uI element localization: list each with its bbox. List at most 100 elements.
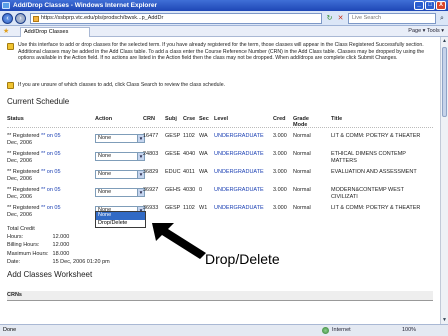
status-registered: ** Registered: [7, 151, 40, 157]
action-select[interactable]: None▼: [95, 170, 145, 179]
status-date-part: ** on 05: [40, 187, 61, 193]
schedule-row: ** Registered ** on 05 Dec, 2006 None ▼ 3692…: [7, 186, 433, 202]
tab-bar: ★ Add/Drop Classes Page ▾ Tools ▾: [0, 26, 448, 37]
row-subj: GESP: [165, 133, 181, 139]
schedule-row: ** Registered ** on 05 Dec, 2006 None ▼ 3682…: [7, 168, 433, 184]
callout-label: Drop/Delete: [205, 251, 280, 267]
row-cred: 3.000: [273, 151, 287, 157]
row-level: UNDERGRADUATE: [214, 133, 264, 139]
header-action: Action: [95, 116, 113, 122]
crn-header: CRNs: [7, 291, 433, 301]
address-input[interactable]: https://ssbprp.vtc.edu/pls/prodsch/bwsk.…: [30, 13, 322, 24]
security-zone: Internet: [332, 327, 351, 333]
action-select[interactable]: None▼: [95, 134, 145, 143]
address-toolbar: ‹ › https://ssbprp.vtc.edu/pls/prodsch/b…: [0, 11, 448, 26]
row-level: UNDERGRADUATE: [214, 205, 264, 211]
scroll-up-icon[interactable]: ▲: [441, 37, 448, 45]
header-sec: Sec: [199, 116, 209, 122]
scroll-down-icon[interactable]: ▼: [441, 316, 448, 324]
row-cred: 3.000: [273, 169, 287, 175]
totals-block: Total Credit Hours: 12.000 Billing Hours…: [7, 225, 110, 266]
row-level: UNDERGRADUATE: [214, 187, 264, 193]
favorites-star-icon[interactable]: ★: [3, 27, 9, 36]
action-value: None: [98, 135, 112, 141]
header-level: Level: [214, 116, 229, 122]
tab-add-drop-classes[interactable]: Add/Drop Classes: [20, 27, 90, 37]
intro-text: Use this interface to add or drop classe…: [18, 42, 425, 61]
row-level: UNDERGRADUATE: [214, 169, 264, 175]
row-sec: WA: [199, 151, 208, 157]
schedule-row: ** Registered ** on 05 Dec, 2006 None ▼ 2480…: [7, 150, 433, 166]
date-value: 15 Dec, 2006 01:20 pm: [52, 258, 110, 265]
zoom-level[interactable]: 100%: [402, 325, 416, 336]
stop-icon[interactable]: ✕: [336, 14, 345, 23]
row-crse: 1102: [183, 133, 195, 139]
row-level: UNDERGRADUATE: [214, 151, 264, 157]
dropdown-option-none[interactable]: None: [96, 212, 145, 220]
close-button[interactable]: X: [436, 1, 446, 10]
schedule-header-row: Status Action CRN Subj Crse Sec Level Cr…: [7, 115, 433, 128]
back-button[interactable]: ‹: [2, 13, 13, 24]
row-status: ** Registered ** on 05 Dec, 2006: [7, 169, 89, 182]
dropdown-option-drop-delete[interactable]: Drop/Delete: [96, 220, 145, 228]
tab-label: Add/Drop Classes: [24, 29, 69, 35]
intro-search-text: If you are unsure of which classes to ad…: [18, 82, 226, 88]
row-sec: W1: [199, 205, 208, 211]
row-title: ETHICAL DIMENS CONTEMP MATTERS: [331, 151, 406, 164]
row-title: EVALUATION AND ASSESSMENT: [331, 169, 417, 175]
status-date: Dec, 2006: [7, 157, 33, 164]
page-tools-menu[interactable]: Page ▾ Tools ▾: [408, 27, 444, 36]
row-grade-mode: Normal: [293, 169, 311, 175]
status-registered: ** Registered: [7, 169, 40, 175]
row-status: ** Registered ** on 05 Dec, 2006: [7, 133, 89, 146]
row-sec: WA: [199, 169, 208, 175]
status-registered: ** Registered: [7, 133, 40, 139]
action-value: None: [98, 189, 112, 195]
action-dropdown-list[interactable]: None Drop/Delete: [95, 211, 146, 228]
status-date-part: ** on 05: [40, 151, 61, 157]
vertical-scrollbar[interactable]: ▲ ▼: [440, 37, 448, 324]
maximize-button[interactable]: □: [425, 1, 435, 10]
row-subj: GEHS: [165, 187, 181, 193]
status-date-part: ** on 05: [40, 169, 61, 175]
row-title: MODERN&CONTEMP WEST CIVILIZATI: [331, 187, 404, 200]
row-grade-mode: Normal: [293, 187, 311, 193]
action-select[interactable]: None▼: [95, 152, 145, 161]
status-registered: ** Registered: [7, 205, 40, 211]
row-crse: 4011: [183, 169, 195, 175]
header-title: Title: [331, 116, 343, 122]
window-title: Add/Drop Classes - Windows Internet Expl…: [13, 2, 158, 9]
scroll-thumb[interactable]: [442, 47, 447, 117]
row-crse: 4040: [183, 151, 196, 157]
refresh-icon[interactable]: ↻: [325, 14, 334, 23]
row-crn: 36927: [143, 187, 159, 193]
header-crse: Crse: [183, 116, 196, 122]
minimize-button[interactable]: _: [414, 1, 424, 10]
window-controls: _ □ X: [414, 1, 446, 10]
max-hours-value: 18.000: [52, 250, 70, 257]
action-value: None: [98, 153, 112, 159]
row-crse: 1102: [183, 205, 195, 211]
date-label: Date:: [7, 258, 21, 265]
window-titlebar: Add/Drop Classes - Windows Internet Expl…: [0, 0, 448, 11]
search-input[interactable]: Live Search: [348, 13, 436, 24]
row-grade-mode: Normal: [293, 205, 311, 211]
address-text: https://ssbprp.vtc.edu/pls/prodsch/bwsk.…: [41, 15, 164, 21]
row-cred: 3.000: [273, 205, 287, 211]
action-select[interactable]: None▼: [95, 188, 145, 197]
search-icon[interactable]: ⌕: [437, 13, 447, 24]
status-date: Dec, 2006: [7, 211, 33, 218]
schedule-row: ** Registered ** on 05 Dec, 2006 None ▼ 1647…: [7, 132, 433, 148]
row-crn: 36829: [143, 169, 159, 175]
info-icon: [7, 43, 14, 50]
page-icon: [33, 16, 39, 22]
row-subj: GESE: [165, 151, 181, 157]
status-date-part: ** on 05: [40, 133, 61, 139]
info-icon: [7, 82, 14, 89]
add-classes-title: Add Classes Worksheet: [7, 270, 93, 279]
status-text: Done: [3, 327, 17, 333]
billing-hours-value: 12.000: [52, 242, 70, 249]
total-credit-value: 12.000: [52, 234, 70, 241]
row-crse: 4030: [183, 187, 196, 193]
forward-button[interactable]: ›: [15, 13, 26, 24]
